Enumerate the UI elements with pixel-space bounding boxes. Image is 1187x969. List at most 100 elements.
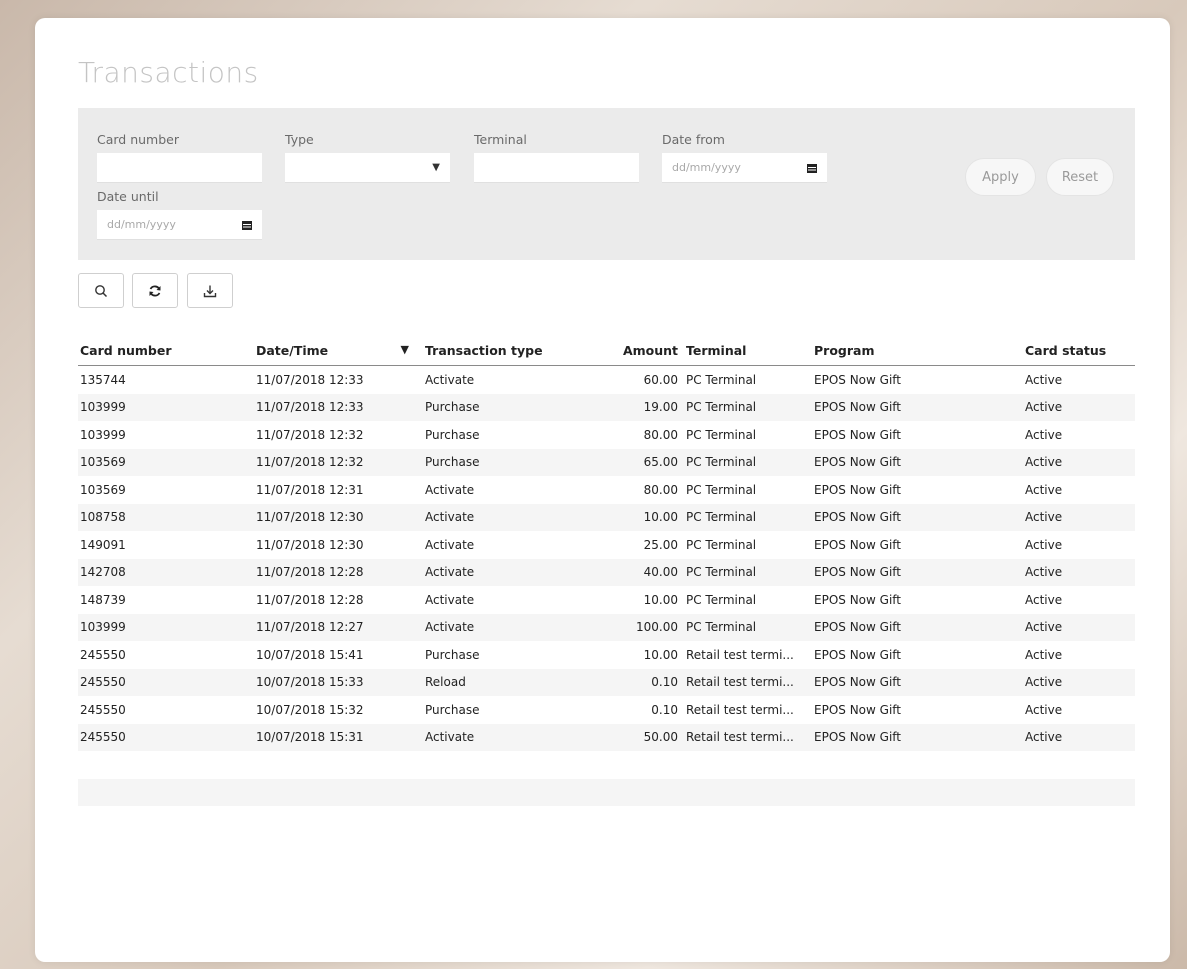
- cell-program: [812, 779, 1023, 807]
- cell-card-status: Active: [1025, 675, 1063, 690]
- cell-amount: 0.10: [651, 702, 678, 717]
- cell-card-number: 103999: [80, 400, 126, 415]
- cell-card-status: [1023, 806, 1135, 834]
- cell-amount: [563, 806, 684, 834]
- cell-card-status: Active: [1025, 427, 1063, 442]
- cell-amount: 50.00: [643, 730, 678, 745]
- type-filter: Type ▼: [285, 132, 450, 183]
- card-number-label: Card number: [97, 132, 180, 147]
- date-until-filter: Date until dd/mm/yyyy: [97, 189, 262, 240]
- type-select[interactable]: ▼: [285, 153, 450, 183]
- table-row[interactable]: 103569 11/07/2018 12:32 Purchase 65.00 PC Te…: [78, 448, 1135, 476]
- date-until-input[interactable]: dd/mm/yyyy: [97, 210, 262, 240]
- cell-date-time: 11/07/2018 12:33: [256, 372, 364, 387]
- cell-transaction-type: Purchase: [425, 702, 480, 717]
- cell-transaction-type: Reload: [425, 675, 466, 690]
- cell-amount: 10.00: [643, 592, 678, 607]
- table-row[interactable]: 245550 10/07/2018 15:31 Activate 50.00 Retai…: [78, 723, 1135, 751]
- table-row[interactable]: 108758 11/07/2018 12:30 Activate 10.00 PC Te…: [78, 503, 1135, 531]
- refresh-button[interactable]: [132, 273, 178, 308]
- cell-amount: 10.00: [643, 647, 678, 662]
- cell-card-number: 245550: [80, 730, 126, 745]
- apply-button[interactable]: Apply: [965, 158, 1036, 196]
- cell-date-time: 11/07/2018 12:31: [256, 482, 364, 497]
- cell-card-number: [78, 806, 254, 834]
- cell-card-status: Active: [1025, 620, 1063, 635]
- cell-card-number: 245550: [80, 675, 126, 690]
- table-row[interactable]: 245550 10/07/2018 15:33 Reload 0.10 Retail t…: [78, 668, 1135, 696]
- cell-transaction-type: Purchase: [425, 400, 480, 415]
- date-from-input[interactable]: dd/mm/yyyy: [662, 153, 827, 183]
- cell-terminal: PC Terminal: [686, 510, 757, 525]
- table-row[interactable]: 149091 11/07/2018 12:30 Activate 25.00 PC Te…: [78, 531, 1135, 559]
- download-icon: [203, 285, 217, 297]
- table-row[interactable]: 135744 11/07/2018 12:33 Activate 60.00 PC Te…: [78, 366, 1135, 394]
- empty-row: [78, 778, 1135, 807]
- table-row[interactable]: 245550 10/07/2018 15:41 Purchase 10.00 Retai…: [78, 641, 1135, 669]
- card-number-input[interactable]: [97, 153, 262, 183]
- cell-amount: 100.00: [636, 620, 678, 635]
- cell-amount: [563, 779, 684, 807]
- table-row[interactable]: 103999 11/07/2018 12:33 Purchase 19.00 PC Te…: [78, 393, 1135, 421]
- date-from-filter: Date from dd/mm/yyyy: [662, 132, 827, 183]
- col-terminal[interactable]: Terminal: [684, 336, 812, 366]
- cell-program: EPOS Now Gift: [814, 372, 901, 387]
- table-body: 135744 11/07/2018 12:33 Activate 60.00 PC Te…: [78, 366, 1135, 834]
- cell-amount: 60.00: [643, 372, 678, 387]
- cell-terminal: [684, 779, 812, 807]
- cell-card-status: [1023, 751, 1135, 779]
- col-amount[interactable]: Amount: [563, 336, 684, 366]
- col-program[interactable]: Program: [812, 336, 1023, 366]
- cell-terminal: Retail test termi...: [686, 675, 794, 690]
- cell-program: [812, 751, 1023, 779]
- cell-terminal: PC Terminal: [686, 537, 757, 552]
- date-until-placeholder: dd/mm/yyyy: [107, 218, 176, 231]
- cell-card-status: Active: [1025, 592, 1063, 607]
- cell-date-time: 11/07/2018 12:28: [256, 592, 364, 607]
- download-button[interactable]: [187, 273, 233, 308]
- col-transaction-type[interactable]: Transaction type: [423, 336, 563, 366]
- empty-row: [78, 806, 1135, 834]
- table-row[interactable]: 103999 11/07/2018 12:32 Purchase 80.00 PC Te…: [78, 421, 1135, 449]
- cell-card-number: 149091: [80, 537, 126, 552]
- cell-date-time: [254, 751, 423, 779]
- table-row[interactable]: 103999 11/07/2018 12:27 Activate 100.00 PC T…: [78, 613, 1135, 641]
- col-card-number[interactable]: Card number: [78, 336, 254, 366]
- cell-terminal: PC Terminal: [686, 372, 757, 387]
- reset-button[interactable]: Reset: [1046, 158, 1114, 196]
- col-date-time-label: Date/Time: [256, 343, 329, 358]
- table-row[interactable]: 142708 11/07/2018 12:28 Activate 40.00 PC Te…: [78, 558, 1135, 586]
- cell-transaction-type: Activate: [425, 372, 475, 387]
- table-row[interactable]: 245550 10/07/2018 15:32 Purchase 0.10 Retail…: [78, 696, 1135, 724]
- cell-card-status: Active: [1025, 730, 1063, 745]
- cell-date-time: 10/07/2018 15:33: [256, 675, 364, 690]
- cell-card-status: Active: [1025, 702, 1063, 717]
- refresh-icon: [149, 285, 161, 296]
- table-row[interactable]: 103569 11/07/2018 12:31 Activate 80.00 PC Te…: [78, 476, 1135, 504]
- cell-transaction-type: Activate: [425, 482, 475, 497]
- search-button[interactable]: [78, 273, 124, 308]
- cell-transaction-type: Activate: [425, 620, 475, 635]
- cell-card-number: 245550: [80, 702, 126, 717]
- col-date-time[interactable]: Date/Time ▼: [254, 336, 423, 366]
- cell-card-number: 245550: [80, 647, 126, 662]
- cell-date-time: 11/07/2018 12:27: [256, 620, 364, 635]
- cell-transaction-type: Activate: [425, 592, 475, 607]
- cell-card-number: 142708: [80, 565, 126, 580]
- calendar-icon[interactable]: [242, 220, 252, 230]
- cell-program: [812, 806, 1023, 834]
- table-row[interactable]: 148739 11/07/2018 12:28 Activate 10.00 PC Te…: [78, 586, 1135, 614]
- cell-terminal: PC Terminal: [686, 620, 757, 635]
- cell-card-number: 103999: [80, 427, 126, 442]
- terminal-label: Terminal: [474, 132, 527, 147]
- calendar-icon[interactable]: [807, 163, 817, 173]
- cell-transaction-type: Purchase: [425, 427, 480, 442]
- cell-amount: 40.00: [643, 565, 678, 580]
- cell-date-time: 10/07/2018 15:32: [256, 702, 364, 717]
- terminal-input[interactable]: [474, 153, 639, 183]
- cell-terminal: PC Terminal: [686, 592, 757, 607]
- cell-transaction-type: Activate: [425, 510, 475, 525]
- col-card-status[interactable]: Card status: [1023, 336, 1135, 366]
- cell-transaction-type: [423, 779, 563, 807]
- cell-date-time: 11/07/2018 12:30: [256, 510, 364, 525]
